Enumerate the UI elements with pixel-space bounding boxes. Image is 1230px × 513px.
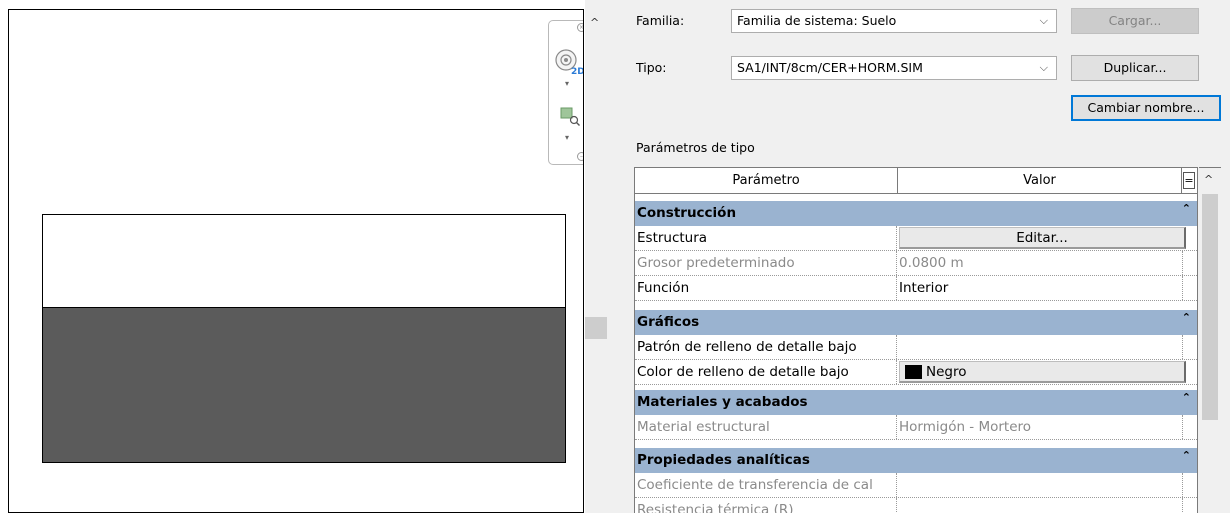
family-dropdown-value: Familia de sistema: Suelo bbox=[737, 13, 897, 28]
group-header-analytical[interactable]: Propiedades analíticas ⌃ bbox=[635, 448, 1197, 473]
family-label: Familia: bbox=[636, 13, 685, 28]
type-dropdown[interactable]: SA1/INT/8cm/CER+HORM.SIM ⌵ bbox=[731, 56, 1057, 80]
type-properties-window: × 2D ▾ ▾ – p ^ Familia: Familia de sis bbox=[0, 0, 1230, 513]
preview-pane[interactable]: × 2D ▾ ▾ – bbox=[8, 9, 584, 513]
param-name: Color de relleno de detalle bajo bbox=[637, 360, 897, 384]
param-row-coarse-fill-pattern[interactable]: Patrón de relleno de detalle bajo bbox=[635, 335, 1197, 360]
zoom-region-icon[interactable] bbox=[559, 105, 581, 127]
collapse-icon[interactable]: ⌃ bbox=[1182, 449, 1191, 462]
param-row-structural-material: Material estructural Hormigón - Mortero bbox=[635, 415, 1197, 440]
group-title: Propiedades analíticas bbox=[637, 452, 810, 468]
floor-sample-top-layer bbox=[42, 214, 566, 308]
collapse-icon[interactable]: ⌃ bbox=[1182, 391, 1191, 404]
edit-structure-button[interactable]: Editar... bbox=[899, 227, 1186, 249]
minimize-icon[interactable]: – bbox=[577, 152, 583, 161]
param-value bbox=[899, 473, 1183, 497]
param-name: Material estructural bbox=[637, 415, 897, 439]
grid-header: Parámetro Valor = bbox=[635, 168, 1197, 194]
duplicate-button[interactable]: Duplicar... bbox=[1071, 55, 1199, 81]
param-row-default-thickness: Grosor predeterminado 0.0800 m bbox=[635, 251, 1197, 276]
param-value[interactable]: Interior bbox=[899, 276, 1183, 300]
color-picker-button[interactable]: Negro bbox=[899, 361, 1186, 383]
group-header-materials[interactable]: Materiales y acabados ⌃ bbox=[635, 390, 1197, 415]
color-value: Negro bbox=[926, 364, 967, 380]
family-dropdown[interactable]: Familia de sistema: Suelo ⌵ bbox=[731, 9, 1057, 33]
chevron-down-icon: ⌵ bbox=[1039, 14, 1048, 27]
2d-wheel-icon[interactable]: 2D bbox=[554, 47, 584, 77]
chevron-down-icon: ⌵ bbox=[1039, 61, 1048, 74]
collapse-icon[interactable]: ⌃ bbox=[1182, 202, 1191, 215]
scrollbar-thumb[interactable] bbox=[585, 317, 607, 339]
param-value bbox=[899, 498, 1183, 513]
group-header-graphics[interactable]: Gráficos ⌃ bbox=[635, 310, 1197, 335]
chevron-down-icon[interactable]: ▾ bbox=[565, 133, 569, 142]
param-name: Grosor predeterminado bbox=[637, 251, 897, 275]
rename-button[interactable]: Cambiar nombre... bbox=[1071, 95, 1221, 121]
group-title: Materiales y acabados bbox=[637, 394, 808, 410]
param-name: Patrón de relleno de detalle bajo bbox=[637, 335, 897, 359]
close-icon[interactable]: × bbox=[577, 23, 583, 32]
column-header-parameter[interactable]: Parámetro bbox=[635, 168, 898, 193]
color-swatch bbox=[905, 365, 922, 379]
param-row-function[interactable]: Función Interior bbox=[635, 276, 1197, 301]
navigation-bar: × 2D ▾ ▾ – bbox=[548, 20, 584, 165]
floor-sample-bottom-layer bbox=[42, 307, 566, 463]
load-button[interactable]: Cargar... bbox=[1071, 8, 1199, 34]
type-dropdown-value: SA1/INT/8cm/CER+HORM.SIM bbox=[737, 60, 923, 75]
param-row-coarse-fill-color[interactable]: Color de relleno de detalle bajo Negro bbox=[635, 360, 1197, 385]
param-value: Hormigón - Mortero bbox=[899, 415, 1183, 439]
column-header-value[interactable]: Valor bbox=[898, 168, 1182, 193]
param-row-thermal-resistance: Resistencia térmica (R) bbox=[635, 498, 1197, 513]
param-row-structure[interactable]: Estructura Editar... bbox=[635, 226, 1197, 251]
formula-column-header[interactable]: = bbox=[1183, 172, 1195, 189]
param-name: Coeficiente de transferencia de cal bbox=[637, 473, 897, 497]
scroll-up-icon[interactable]: ^ bbox=[590, 16, 599, 29]
type-parameters-label: Parámetros de tipo bbox=[636, 140, 755, 155]
scrollbar-thumb[interactable] bbox=[1202, 194, 1218, 420]
type-label: Tipo: bbox=[636, 60, 667, 75]
scroll-up-icon[interactable]: ^ bbox=[1204, 173, 1213, 186]
svg-text:2D: 2D bbox=[571, 67, 584, 77]
param-value[interactable] bbox=[899, 335, 1183, 359]
param-row-heat-transfer-coefficient: Coeficiente de transferencia de cal bbox=[635, 473, 1197, 498]
chevron-down-icon[interactable]: ▾ bbox=[565, 79, 569, 88]
group-title: Construcción bbox=[637, 205, 737, 221]
param-name: Función bbox=[637, 276, 897, 300]
grid-scrollbar[interactable]: ^ bbox=[1199, 167, 1221, 513]
preview-scrollbar[interactable]: ^ bbox=[585, 0, 607, 513]
collapse-icon[interactable]: ⌃ bbox=[1182, 311, 1191, 324]
group-header-construction[interactable]: Construcción ⌃ bbox=[635, 201, 1197, 226]
type-parameters-grid: Parámetro Valor = Construcción ⌃ Estruct… bbox=[634, 167, 1198, 513]
param-name: Resistencia térmica (R) bbox=[637, 498, 897, 513]
group-title: Gráficos bbox=[637, 314, 700, 330]
param-value: 0.0800 m bbox=[899, 251, 1183, 275]
param-name: Estructura bbox=[637, 226, 897, 250]
